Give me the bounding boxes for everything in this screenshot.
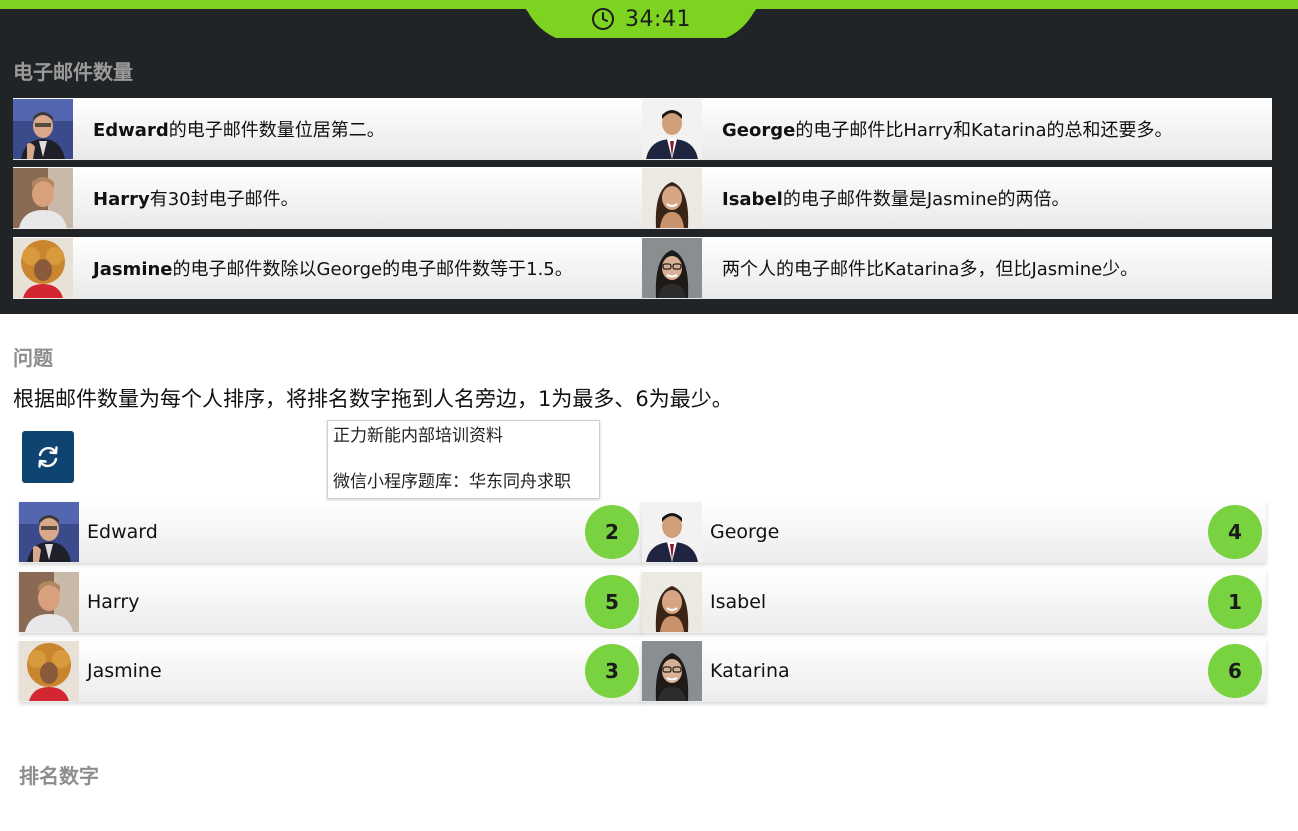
rank-row-george: George 4: [642, 501, 1266, 563]
question-title: 问题: [13, 346, 53, 370]
person-name: Harry: [87, 591, 140, 613]
person-name: Katarina: [710, 660, 790, 682]
clue-person: Harry: [93, 189, 150, 210]
rank-badge[interactable]: 5: [585, 575, 639, 629]
clue-text: 的电子邮件比Harry和Katarina的总和还要多。: [795, 120, 1173, 141]
rank-badge[interactable]: 3: [585, 644, 639, 698]
rank-row-isabel: Isabel 1: [642, 571, 1266, 633]
timer-value: 34:41: [625, 6, 691, 32]
clue-person: Edward: [93, 120, 169, 141]
rank-row-katarina: Katarina 6: [642, 640, 1266, 702]
clue-person: Jasmine: [93, 259, 173, 280]
avatar-harry: [13, 167, 73, 229]
clues-panel: 34:41 电子邮件数量 Edward的电子邮件数量位居第二。 George的电…: [0, 0, 1298, 314]
tooltip-line: 正力新能内部培训资料: [333, 426, 503, 446]
clue-text: 的电子邮件数量是Jasmine的两倍。: [782, 189, 1070, 210]
clue-text: 的电子邮件数除以George的电子邮件数等于1.5。: [172, 259, 573, 280]
clues-title: 电子邮件数量: [13, 60, 133, 84]
refresh-icon: [38, 446, 58, 468]
reset-button[interactable]: [22, 431, 74, 483]
avatar-isabel: [642, 167, 702, 229]
avatar-jasmine: [19, 641, 79, 701]
clue-person: Isabel: [722, 189, 783, 210]
clue-card: Isabel的电子邮件数量是Jasmine的两倍。: [642, 167, 1272, 229]
clue-text: 有30封电子邮件。: [149, 189, 299, 210]
rank-row-jasmine: Jasmine 3: [19, 640, 643, 702]
person-name: George: [710, 521, 780, 543]
question-text: 根据邮件数量为每个人排序，将排名数字拖到人名旁边，1为最多、6为最少。: [13, 387, 733, 411]
clue-card: Jasmine的电子邮件数除以George的电子邮件数等于1.5。: [13, 237, 642, 299]
person-name: Jasmine: [87, 660, 162, 682]
clue-card: Harry有30封电子邮件。: [13, 167, 642, 229]
rank-badge[interactable]: 4: [1208, 505, 1262, 559]
rank-badge[interactable]: 2: [585, 505, 639, 559]
person-name: Edward: [87, 521, 158, 543]
avatar-katarina: [642, 237, 702, 299]
avatar-edward: [13, 98, 73, 160]
rank-numbers-title: 排名数字: [19, 764, 99, 788]
avatar-harry: [19, 572, 79, 632]
avatar-jasmine: [13, 237, 73, 299]
clue-person: George: [722, 120, 796, 141]
clue-card: George的电子邮件比Harry和Katarina的总和还要多。: [642, 98, 1272, 160]
clock-icon: [591, 7, 615, 31]
clue-card: Edward的电子邮件数量位居第二。: [13, 98, 642, 160]
clue-text: 的电子邮件数量位居第二。: [168, 120, 385, 141]
timer: 34:41: [500, 0, 782, 40]
tooltip-line: 微信小程序题库：华东同舟求职: [333, 472, 571, 492]
avatar-katarina: [642, 641, 702, 701]
clue-text: 两个人的电子邮件比Katarina多，但比Jasmine少。: [722, 259, 1139, 280]
tooltip: 正力新能内部培训资料 微信小程序题库：华东同舟求职: [327, 420, 600, 499]
avatar-edward: [19, 502, 79, 562]
rank-badge[interactable]: 1: [1208, 575, 1262, 629]
avatar-isabel: [642, 572, 702, 632]
person-name: Isabel: [710, 591, 767, 613]
rank-badge[interactable]: 6: [1208, 644, 1262, 698]
avatar-george: [642, 98, 702, 160]
clue-card: 两个人的电子邮件比Katarina多，但比Jasmine少。: [642, 237, 1272, 299]
avatar-george: [642, 502, 702, 562]
rank-row-harry: Harry 5: [19, 571, 643, 633]
rank-row-edward: Edward 2: [19, 501, 643, 563]
